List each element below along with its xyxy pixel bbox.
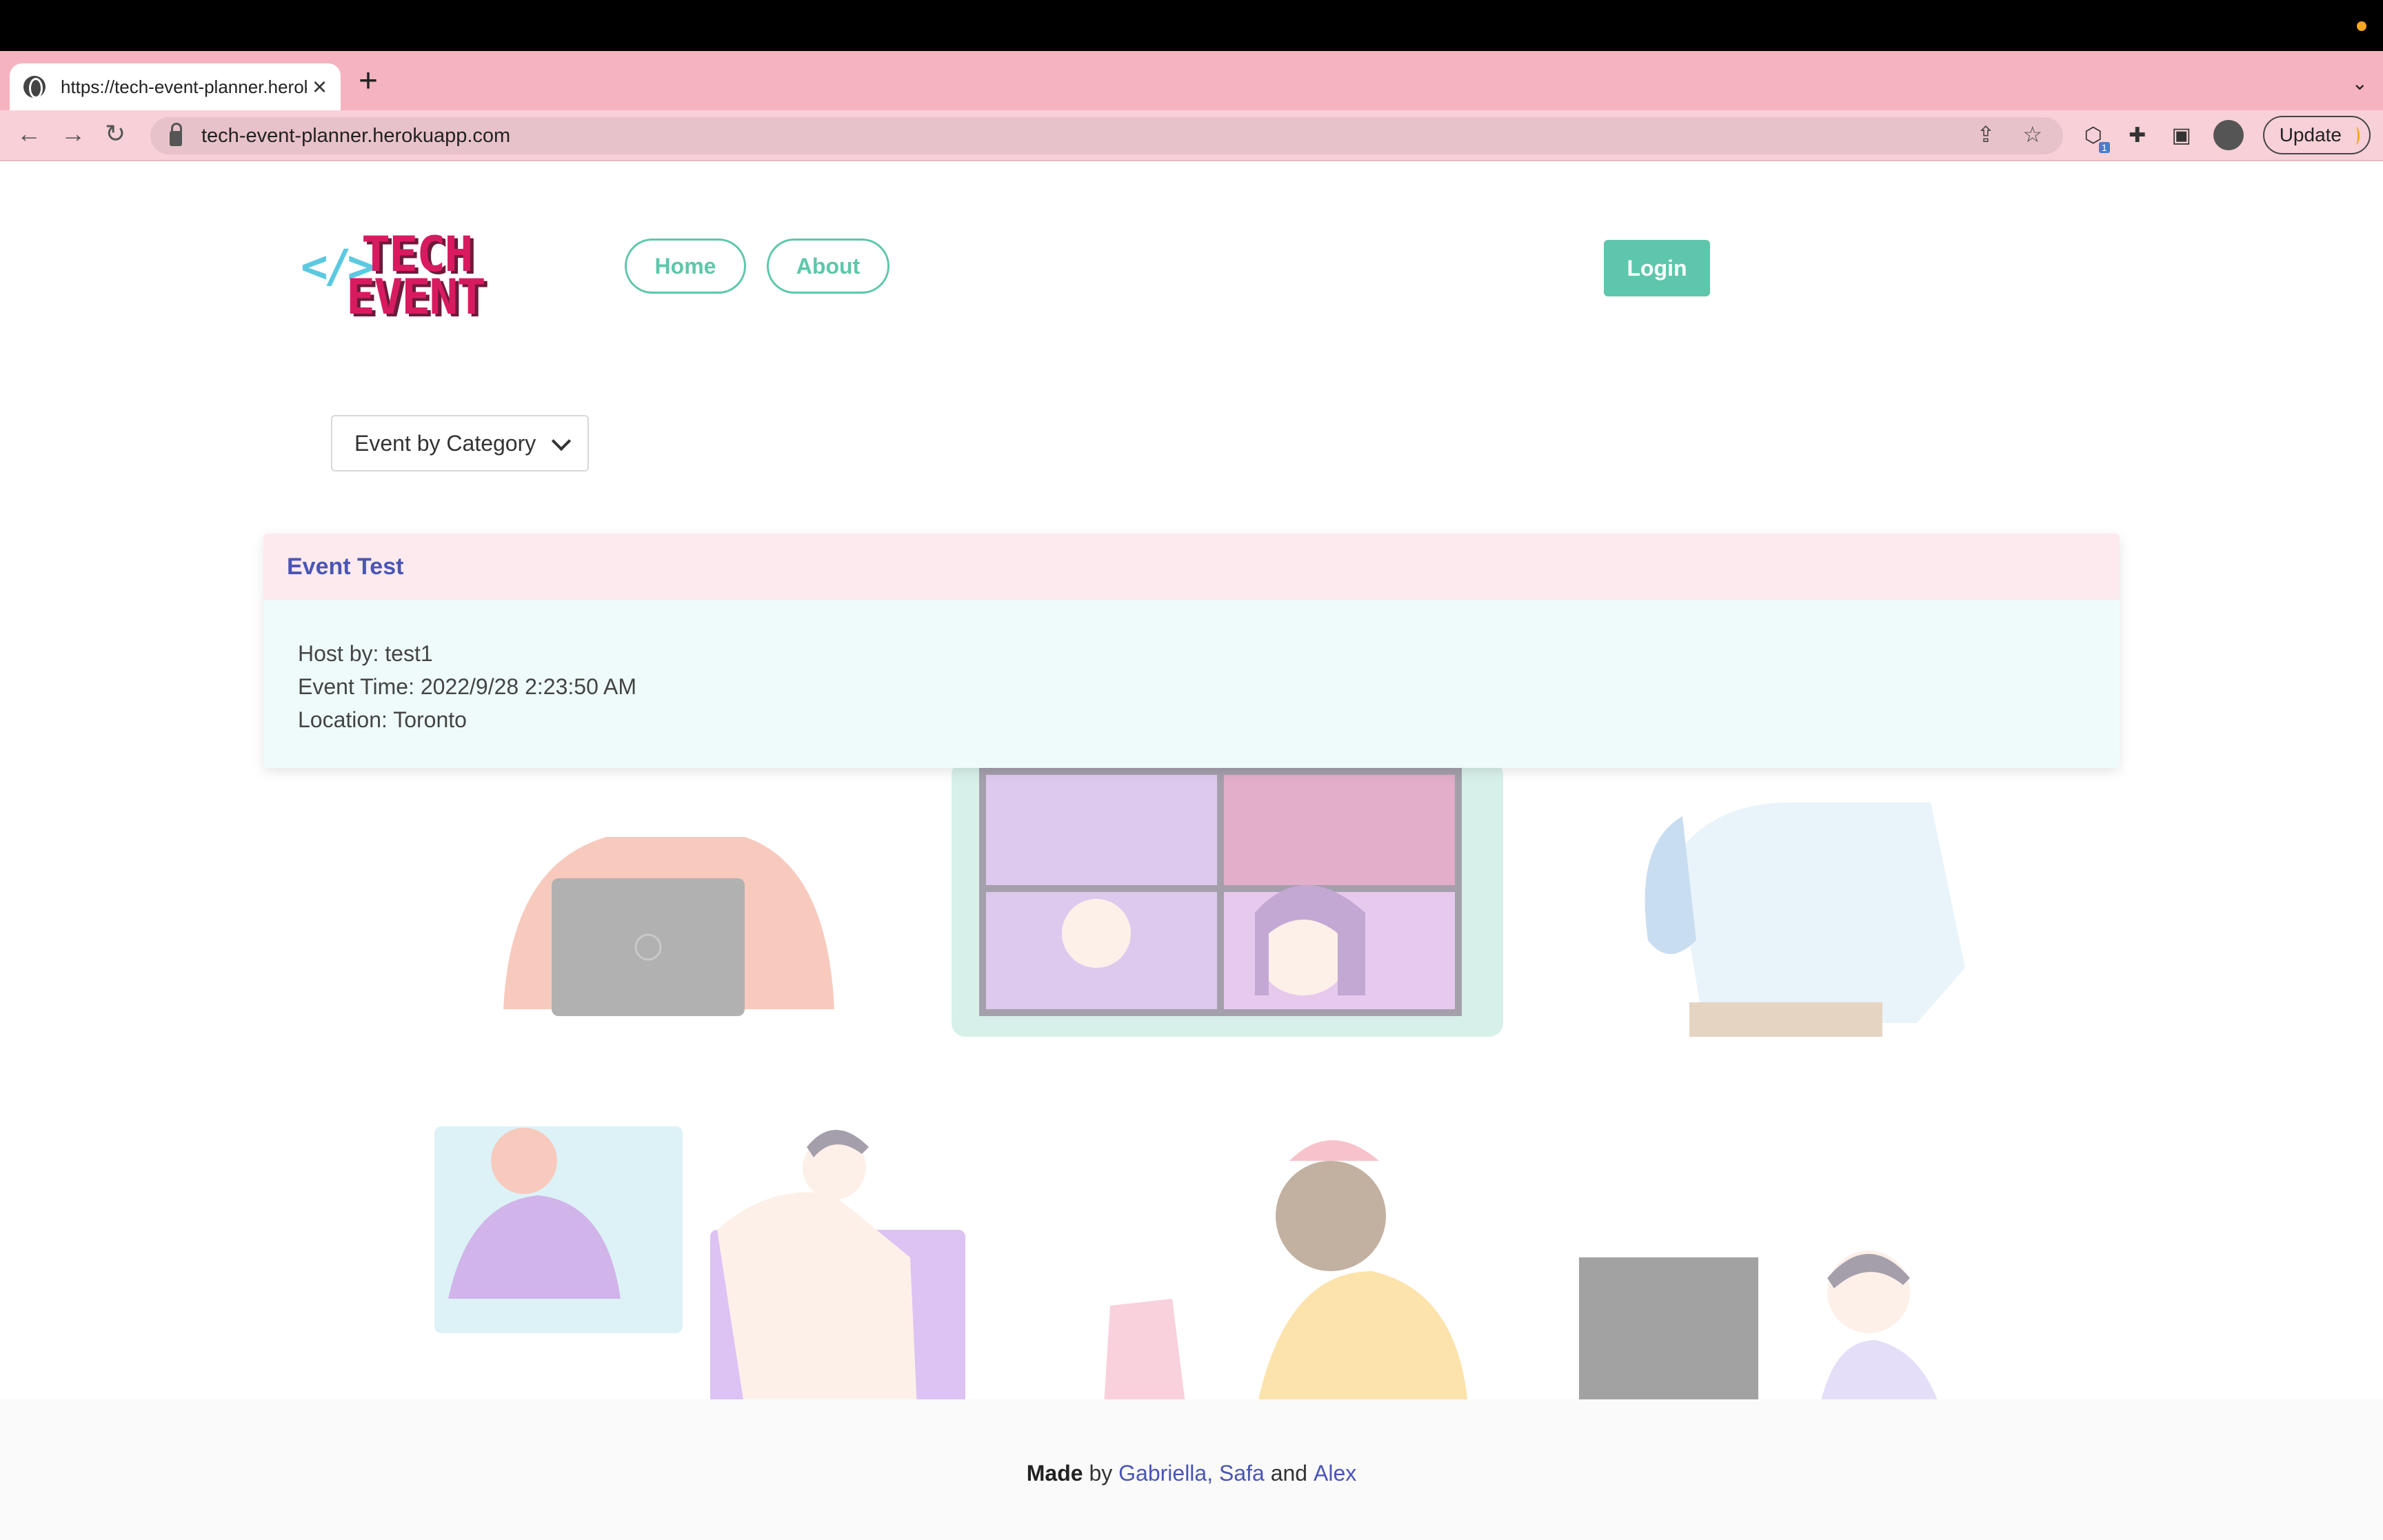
illus-top	[1255, 1271, 1469, 1416]
forward-icon[interactable]: →	[61, 121, 86, 146]
illus-sweater	[1676, 802, 1965, 1023]
nav-home-button[interactable]: Home	[625, 239, 746, 294]
footer-made: Made	[1026, 1460, 1083, 1486]
back-icon[interactable]: ←	[17, 121, 41, 146]
puzzle-extensions-icon[interactable]: ✚	[2125, 123, 2150, 148]
close-tab-icon[interactable]: ×	[312, 74, 327, 99]
extension-badge: 1	[2098, 142, 2110, 153]
browser-tab-strip: https://tech-event-planner.herokuapp.com…	[0, 51, 2383, 110]
illus-laptop2	[1103, 1299, 1186, 1416]
event-card[interactable]: Event Test Host by: test1 Event Time: 20…	[263, 534, 2120, 768]
browser-toolbar: ← → ↻ tech-event-planner.herokuapp.com ⇪…	[0, 110, 2383, 161]
page-content: </> TECH EVENT Home About Login Event by…	[0, 161, 2383, 1540]
category-dropdown[interactable]: Event by Category	[331, 415, 589, 472]
recording-indicator-icon	[2357, 21, 2366, 31]
illus-arm	[1645, 816, 1696, 954]
browser-tab[interactable]: https://tech-event-planner.herokuapp.com…	[10, 63, 341, 110]
footer-by: by	[1089, 1460, 1113, 1486]
footer-and: and	[1270, 1460, 1308, 1486]
illus-tile2	[1224, 775, 1455, 885]
illus-face1	[1062, 899, 1131, 968]
illus-pants	[1689, 1002, 1882, 1037]
new-tab-icon[interactable]: +	[359, 65, 378, 98]
profile-avatar[interactable]	[2213, 120, 2244, 150]
extension-icon[interactable]: ⬡ 1	[2081, 123, 2110, 153]
tech-event-logo[interactable]: </> TECH EVENT	[301, 226, 507, 325]
illus-head3	[1276, 1161, 1386, 1271]
lock-icon	[170, 123, 182, 146]
login-button[interactable]: Login	[1604, 240, 1710, 296]
tab-title: https://tech-event-planner.herokuapp.com	[61, 76, 307, 97]
logo-line2: EVENT	[346, 269, 486, 325]
chevron-down-icon	[551, 431, 572, 452]
event-title[interactable]: Event Test	[263, 534, 2120, 600]
event-host: Host by: test1	[298, 641, 433, 666]
address-bar[interactable]: tech-event-planner.herokuapp.com ⇪ ☆	[150, 117, 2063, 154]
share-icon[interactable]: ⇪	[1977, 121, 1995, 148]
event-location: Location: Toronto	[298, 707, 467, 732]
page-footer: Made by Gabriella, Safa and Alex	[0, 1399, 2383, 1540]
illus-tile1	[986, 775, 1217, 885]
update-button[interactable]: Update	[2262, 116, 2371, 154]
side-panel-icon[interactable]: ▣	[2169, 123, 2194, 148]
illus-person-beige	[717, 1192, 917, 1409]
author-link-safa[interactable]: Safa	[1219, 1461, 1265, 1486]
illus-headband	[1289, 1140, 1379, 1161]
category-dropdown-label: Event by Category	[354, 430, 536, 456]
bookmark-star-icon[interactable]: ☆	[2022, 121, 2042, 148]
illus-hair-red	[491, 1128, 557, 1194]
os-menu-bar	[0, 0, 2383, 51]
event-time: Event Time: 2022/9/28 2:23:50 AM	[298, 674, 636, 699]
illus-laptop	[552, 878, 745, 1016]
url-text: tech-event-planner.herokuapp.com	[201, 124, 511, 147]
globe-icon	[23, 76, 46, 99]
event-details: Host by: test1 Event Time: 2022/9/28 2:2…	[263, 600, 2120, 768]
reload-icon[interactable]: ↻	[105, 121, 125, 146]
author-link-gabriella[interactable]: Gabriella,	[1118, 1461, 1213, 1486]
illus-monitor	[1579, 1257, 1758, 1409]
tab-search-chevron-icon[interactable]: ⌄	[2352, 72, 2368, 94]
nav-about-button[interactable]: About	[767, 239, 889, 294]
author-link-alex[interactable]: Alex	[1314, 1461, 1356, 1486]
